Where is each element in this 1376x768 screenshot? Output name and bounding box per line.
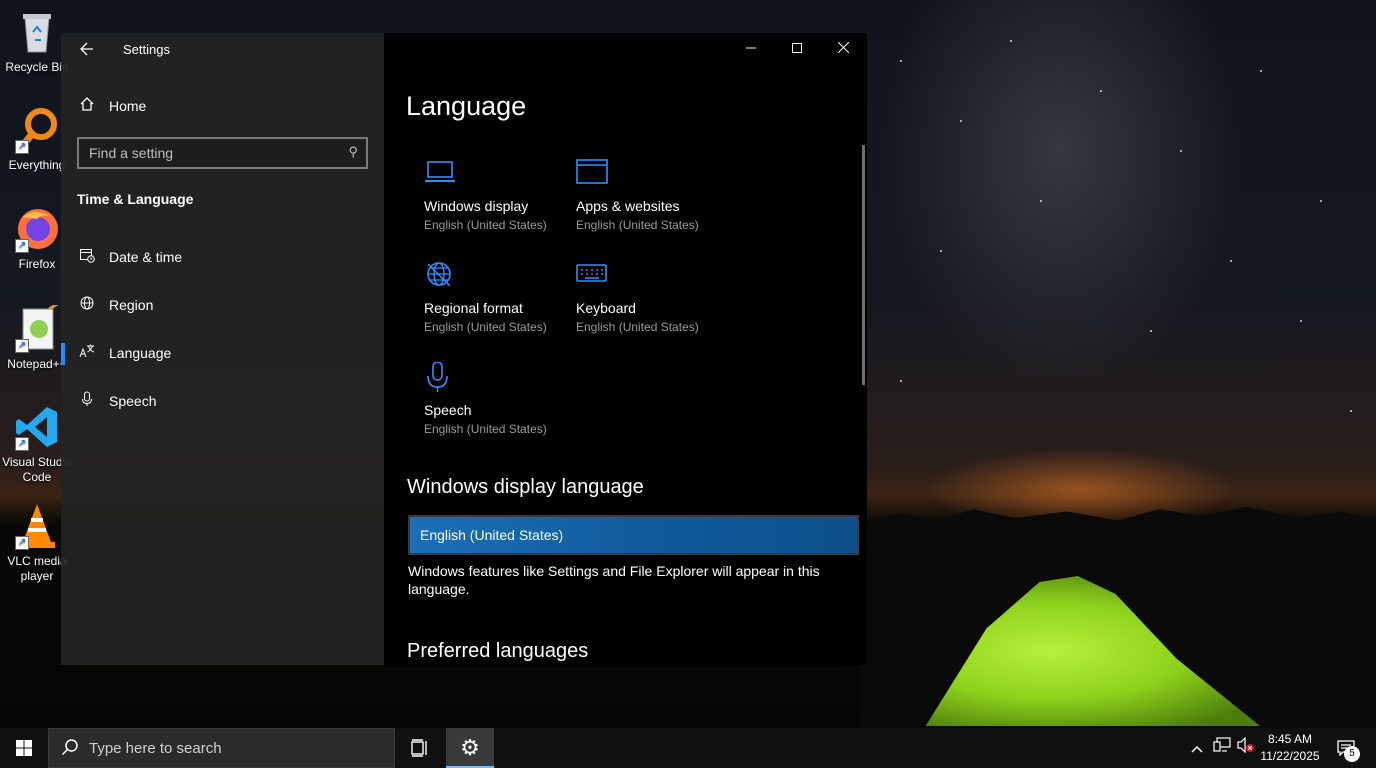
section-title: Time & Language (77, 191, 194, 207)
taskbar-settings-app[interactable]: ⚙ (446, 728, 494, 768)
tile-sublabel: English (United States) (424, 422, 547, 436)
taskbar-search-box[interactable]: Type here to search (48, 728, 395, 768)
tile-sublabel: English (United States) (424, 320, 547, 334)
tile-sublabel: English (United States) (576, 218, 699, 232)
desktop-icon-label: Notepad++ (7, 357, 67, 371)
search-icon: ⚲ (348, 144, 358, 159)
tile-label: Keyboard (576, 300, 636, 316)
desktop-icon-label: VLC media player (7, 554, 67, 583)
laptop-icon (424, 158, 458, 188)
minimize-button[interactable] (728, 33, 774, 65)
display-language-heading: Windows display language (407, 476, 644, 498)
window-title: Settings (123, 42, 170, 57)
tile-regional-format[interactable]: Regional format English (United States) (424, 260, 574, 350)
shortcut-arrow-icon: ↗ (15, 239, 29, 253)
shortcut-arrow-icon: ↗ (15, 140, 29, 154)
browser-window-icon (576, 158, 610, 188)
desktop-icon-label: Firefox (18, 257, 56, 271)
start-button[interactable] (0, 728, 48, 768)
nav-item-date-time[interactable]: Date & time (77, 243, 367, 271)
everything-search-icon: ↗ (13, 106, 61, 154)
taskbar: Type here to search ⚙ 8:45 AM 11/22/2025… (0, 728, 1376, 768)
search-placeholder: Find a setting (89, 145, 174, 161)
search-icon (61, 738, 79, 761)
task-view-icon (411, 739, 427, 757)
desktop-icon-label: Recycle Bin (5, 60, 69, 74)
nav-home-label: Home (109, 98, 147, 114)
tile-speech[interactable]: Speech English (United States) (424, 361, 574, 452)
tile-label: Speech (424, 402, 472, 418)
settings-content: Language Windows display English (United… (384, 33, 867, 665)
nav-item-region[interactable]: Region (77, 291, 367, 319)
display-language-value: English (United States) (420, 527, 564, 543)
nav-item-label: Date & time (109, 249, 183, 265)
shortcut-arrow-icon: ↗ (15, 536, 29, 550)
home-icon (77, 96, 97, 116)
taskbar-clock[interactable]: 8:45 AM 11/22/2025 (1255, 731, 1325, 765)
shortcut-arrow-icon: ↗ (15, 339, 29, 353)
nav-item-label: Speech (109, 393, 157, 409)
calendar-clock-icon (77, 247, 97, 267)
language-icon (77, 343, 97, 363)
vscode-icon: ↗ (13, 403, 61, 451)
globe-icon (77, 295, 97, 315)
shortcut-arrow-icon: ↗ (15, 437, 29, 451)
volume-muted-icon (1237, 736, 1254, 754)
nav-item-language[interactable]: Language (61, 339, 367, 367)
back-arrow-icon[interactable] (75, 37, 99, 61)
tile-apps-websites[interactable]: Apps & websites English (United States) (576, 158, 726, 248)
tile-label: Regional format (424, 300, 523, 316)
clock-time: 8:45 AM (1267, 732, 1313, 746)
nav-item-label: Region (109, 297, 154, 313)
taskbar-search-placeholder: Type here to search (89, 739, 222, 757)
globe-icon (424, 260, 458, 290)
preferred-languages-heading: Preferred languages (407, 640, 589, 662)
tile-label: Windows display (424, 198, 529, 214)
maximize-button[interactable] (774, 33, 820, 65)
show-hidden-icons-button[interactable] (1187, 728, 1207, 768)
notification-count-badge: 5 (1344, 746, 1360, 762)
network-icon (1213, 737, 1231, 752)
volume-button[interactable] (1235, 728, 1257, 768)
settings-sidebar: Settings Home Find a setting ⚲ Time & La… (61, 33, 384, 665)
firefox-icon: ↗ (13, 205, 61, 253)
nav-item-speech[interactable]: Speech (77, 387, 367, 415)
tile-keyboard[interactable]: Keyboard English (United States) (576, 260, 726, 350)
page-title: Language (406, 91, 527, 121)
recycle-bin-icon (13, 8, 61, 56)
microphone-icon (424, 361, 458, 392)
windows-logo-icon (16, 740, 32, 756)
network-button[interactable] (1211, 728, 1233, 768)
clock-date: 11/22/2025 (1260, 749, 1320, 763)
nav-item-label: Language (109, 345, 172, 361)
microphone-icon (77, 391, 97, 411)
tile-windows-display[interactable]: Windows display English (United States) (424, 158, 574, 248)
close-button[interactable] (820, 33, 866, 65)
vlc-icon: ↗ (13, 502, 61, 550)
display-language-description: Windows features like Settings and File … (408, 563, 820, 597)
display-language-select[interactable]: English (United States) (408, 515, 859, 555)
gear-icon: ⚙ (460, 735, 480, 760)
keyboard-icon (576, 260, 610, 290)
task-view-button[interactable] (400, 728, 440, 768)
chevron-up-icon (1191, 746, 1203, 753)
notepad-plus-plus-icon: ↗ (13, 301, 61, 353)
desktop-icon-label: Everything (8, 158, 66, 172)
tile-sublabel: English (United States) (424, 218, 547, 232)
nav-home[interactable]: Home (77, 93, 367, 119)
scrollbar[interactable] (862, 145, 865, 385)
tile-label: Apps & websites (576, 198, 680, 214)
find-setting-input[interactable]: Find a setting ⚲ (77, 137, 368, 169)
tile-sublabel: English (United States) (576, 320, 699, 334)
